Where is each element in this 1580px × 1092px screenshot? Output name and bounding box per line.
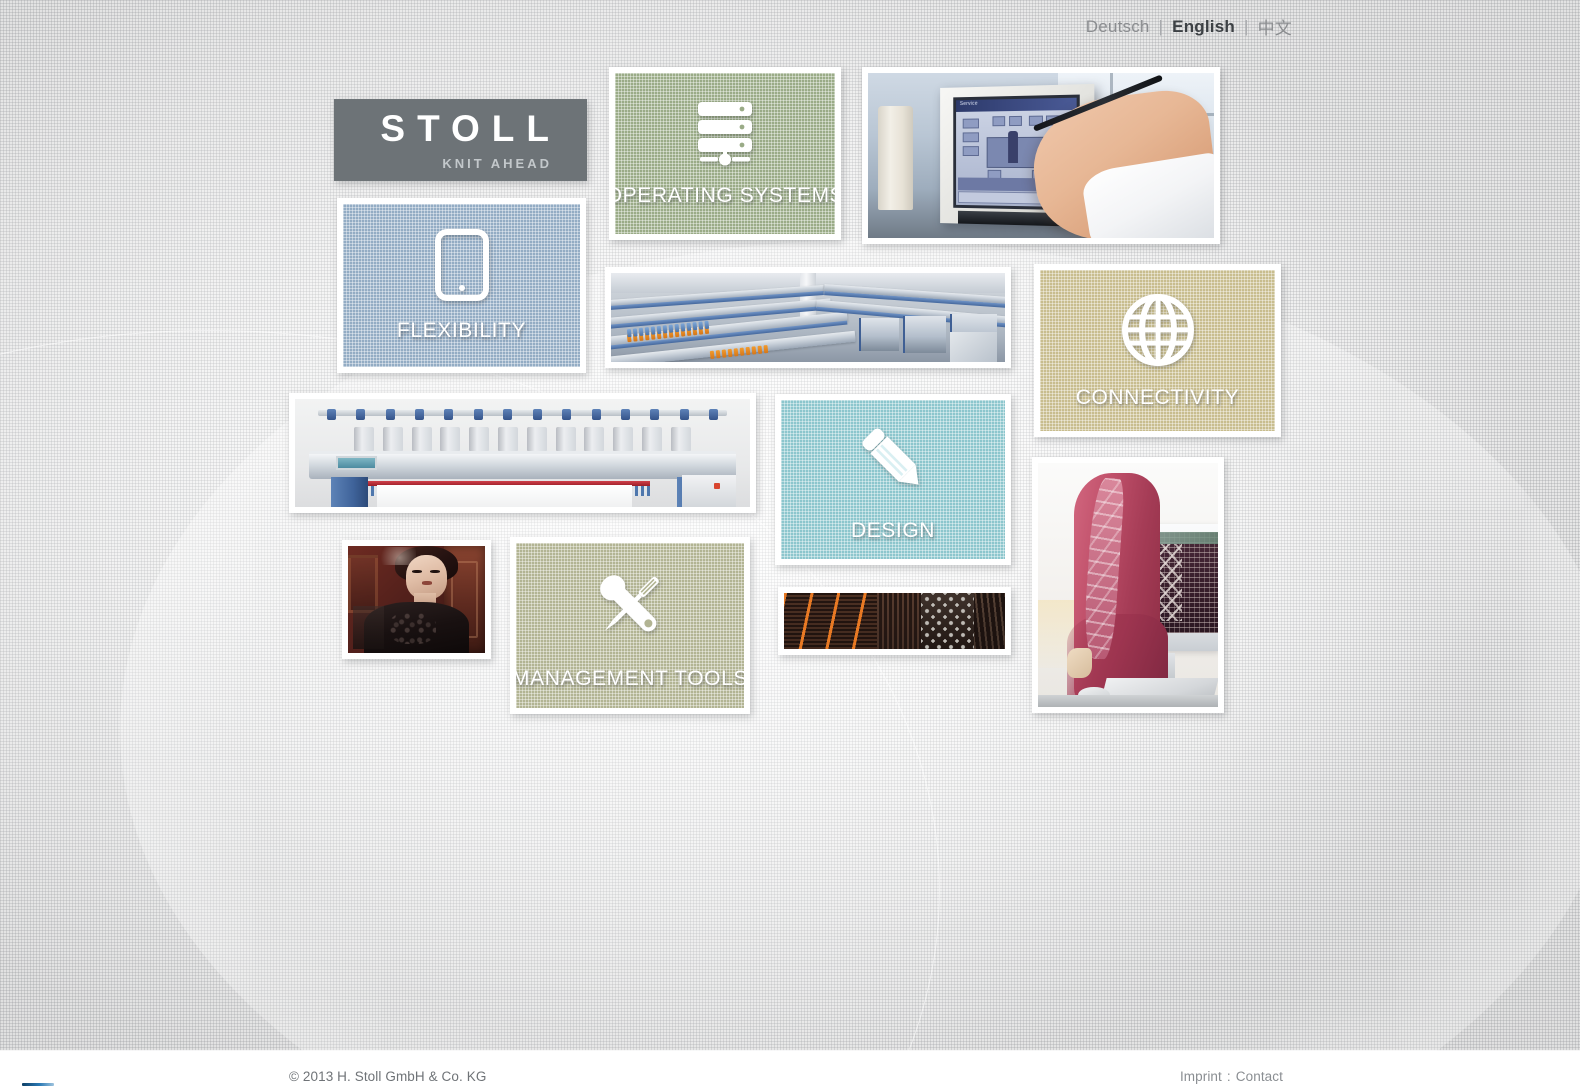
tablet-device-icon xyxy=(434,228,489,301)
tile-caption-operating-systems: OPERATING SYSTEMS xyxy=(615,183,835,207)
language-link-deutsch[interactable]: Deutsch xyxy=(1086,17,1150,37)
page-footer: © 2013 H. Stoll GmbH & Co. KG Imprint : … xyxy=(0,1051,1580,1092)
photo-flat-knitting-machine xyxy=(295,399,750,507)
contact-link[interactable]: Contact xyxy=(1236,1069,1283,1084)
photo-fashion-model xyxy=(348,546,485,653)
photo-mannequin-and-monitor xyxy=(1038,463,1218,707)
tile-management-tools[interactable]: MANAGEMENT TOOLS xyxy=(510,537,750,714)
tile-caption-design: DESIGN xyxy=(850,518,936,542)
language-link-chinese[interactable]: 中文 xyxy=(1258,14,1292,39)
globe-icon xyxy=(1120,292,1196,368)
pencil-icon xyxy=(851,417,935,501)
tile-photo-mannequin[interactable] xyxy=(1032,457,1224,713)
tile-photo-knitting-machine[interactable] xyxy=(289,393,756,513)
language-separator-1: | xyxy=(1158,16,1164,36)
tile-photo-factory[interactable] xyxy=(605,267,1011,368)
bottom-left-accent-mark xyxy=(22,1083,54,1086)
photo-knit-swatches xyxy=(784,593,1005,649)
tile-photo-fashion-model[interactable] xyxy=(342,540,491,659)
tile-photo-touchscreen[interactable]: Service xyxy=(862,67,1220,244)
tile-caption-connectivity: CONNECTIVITY xyxy=(1075,385,1240,409)
photo-factory-hall xyxy=(611,273,1005,362)
language-switcher: Deutsch | English | 中文 xyxy=(1086,14,1292,39)
photo-touchscreen-control: Service xyxy=(868,73,1214,238)
tile-caption-management-tools: MANAGEMENT TOOLS xyxy=(516,666,744,690)
logo-wordmark: STOLL xyxy=(380,107,561,149)
footer-links-separator: : xyxy=(1226,1069,1231,1084)
tile-operating-systems[interactable]: OPERATING SYSTEMS xyxy=(609,67,841,240)
imprint-link[interactable]: Imprint xyxy=(1180,1069,1222,1084)
wrench-screwdriver-icon xyxy=(586,561,674,649)
stoll-logo-tile[interactable]: STOLL KNIT AHEAD xyxy=(334,99,587,181)
tile-photo-knit-swatch[interactable] xyxy=(778,587,1011,655)
tile-design[interactable]: DESIGN xyxy=(775,394,1011,565)
tile-caption-flexibility: FLEXIBILITY xyxy=(396,318,527,342)
language-link-english[interactable]: English xyxy=(1172,17,1235,37)
logo-tagline: KNIT AHEAD xyxy=(442,155,552,171)
server-stack-icon xyxy=(694,100,756,166)
footer-links: Imprint : Contact xyxy=(1180,1069,1283,1084)
tile-mosaic: STOLL KNIT AHEAD OPERATING SYSTEMS FLEXI… xyxy=(0,0,1580,1092)
tile-flexibility[interactable]: FLEXIBILITY xyxy=(337,198,586,373)
language-separator-2: | xyxy=(1243,16,1249,36)
copyright-text: © 2013 H. Stoll GmbH & Co. KG xyxy=(289,1069,487,1084)
tile-connectivity[interactable]: CONNECTIVITY xyxy=(1034,264,1281,437)
